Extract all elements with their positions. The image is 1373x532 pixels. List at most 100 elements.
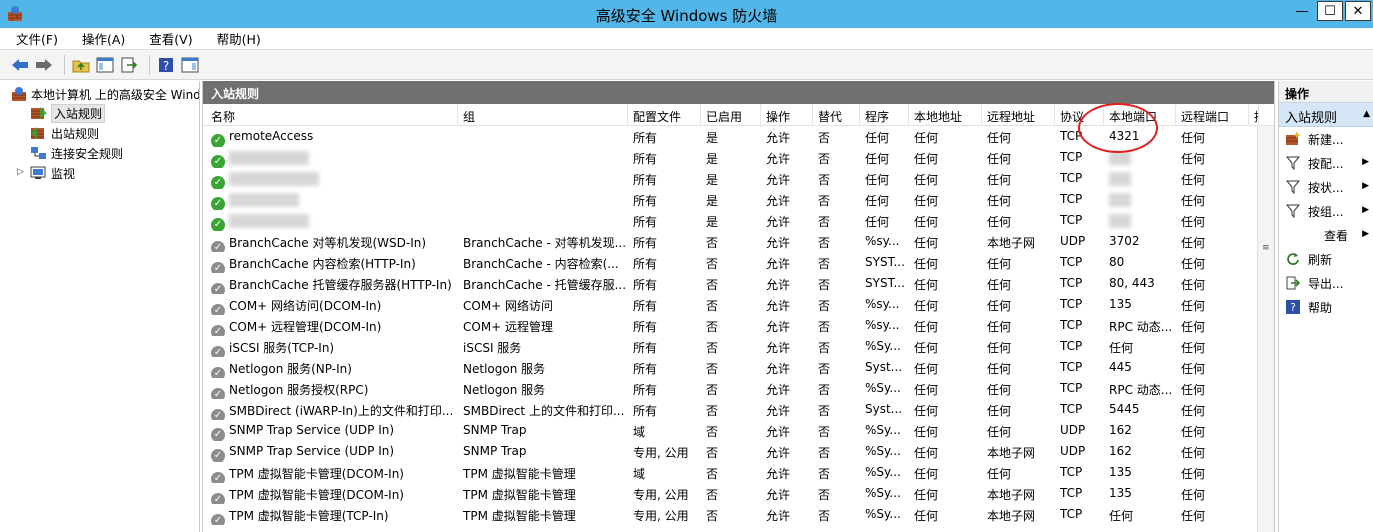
action-label: 导出...: [1308, 276, 1344, 291]
rule-row[interactable]: ✓ TPM 虚拟智能卡管理(DCOM-In) TPM 虚拟智能卡管理 域 否 允许 否 %Sy…: [203, 462, 1253, 483]
rule-name-cell: ✓ SNMP Trap Service (UDP In): [206, 420, 458, 441]
rule-enabled-cell: 否: [706, 236, 719, 250]
action-item[interactable]: 按组... ▶: [1279, 199, 1373, 223]
column-header-override[interactable]: 替代: [813, 104, 860, 126]
rule-enabled-cell: 是: [706, 194, 719, 208]
rule-row[interactable]: ✓ TPM 虚拟智能卡管理(TCP-In) TPM 虚拟智能卡管理 专用, 公用 否 允许…: [203, 504, 1253, 525]
rule-row[interactable]: ✓ SMBDirect (iWARP-In)上的文件和打印... SMBDirect…: [203, 399, 1253, 420]
action-item[interactable]: 查看 ▶: [1279, 223, 1373, 247]
rule-enabled-cell: 否: [706, 320, 719, 334]
rule-row[interactable]: ✓ SNMP Trap Service (UDP In) SNMP Trap 专用, …: [203, 441, 1253, 462]
rule-group-cell: TPM 虚拟智能卡管理: [463, 488, 576, 502]
column-header-profile[interactable]: 配置文件: [628, 104, 701, 126]
action-item[interactable]: 按状... ▶: [1279, 175, 1373, 199]
export-list-button[interactable]: [119, 55, 139, 75]
menu-bar: 文件(F) 操作(A) 查看(V) 帮助(H): [0, 28, 1373, 50]
back-button[interactable]: [10, 55, 30, 75]
show-hide-tree-button[interactable]: [95, 55, 115, 75]
rule-name-cell: ✓ SNMP Trap Service (UDP In): [206, 441, 458, 462]
rule-name-cell: ✓ COM+ 网络访问(DCOM-In): [206, 294, 458, 315]
expand-arrow-icon[interactable]: ▷: [17, 167, 24, 177]
rule-row[interactable]: ✓ 所有 是 允许 否 任何 任何 任何 TCP 任何: [203, 147, 1253, 168]
minimize-button[interactable]: —: [1289, 1, 1315, 21]
menu-view[interactable]: 查看(V): [133, 29, 200, 48]
rule-enabled-cell: 否: [706, 383, 719, 397]
rule-protocol-cell: TCP: [1060, 486, 1083, 500]
nav-item-outbound-rules[interactable]: 出站规则: [30, 123, 99, 143]
rule-remote-port-cell: 任何: [1181, 404, 1206, 418]
rule-row[interactable]: ✓ COM+ 远程管理(DCOM-In) COM+ 远程管理 所有 否 允许 否 %sy...…: [203, 315, 1253, 336]
menu-action[interactable]: 操作(A): [66, 29, 133, 48]
menu-file[interactable]: 文件(F): [0, 29, 66, 48]
action-item[interactable]: 新建...: [1279, 127, 1373, 151]
rule-remote-port-cell: 任何: [1181, 509, 1206, 523]
action-item[interactable]: 导出...: [1279, 271, 1373, 295]
show-hide-action-pane-button[interactable]: [180, 55, 200, 75]
nav-item-inbound-rules[interactable]: 入站规则: [30, 103, 106, 123]
rule-group-cell: SNMP Trap: [463, 423, 527, 437]
rule-profile-cell: 所有: [633, 383, 658, 397]
rule-local-addr-cell: 任何: [914, 236, 939, 250]
column-header-remote-port[interactable]: 远程端口: [1176, 104, 1249, 126]
rule-local-port-cell: RPC 动态...: [1109, 383, 1173, 397]
rule-row[interactable]: ✓ 所有 是 允许 否 任何 任何 任何 TCP 任何: [203, 210, 1253, 231]
rule-remote-port-cell: 任何: [1181, 488, 1206, 502]
rule-row[interactable]: ✓ TPM 虚拟智能卡管理(DCOM-In) TPM 虚拟智能卡管理 专用, 公用 否 允…: [203, 483, 1253, 504]
rule-remote-port-cell: 任何: [1181, 173, 1206, 187]
rule-name-cell: ✓ TPM 虚拟智能卡管理(TCP-In): [206, 504, 458, 525]
column-header-action[interactable]: 操作: [761, 104, 813, 126]
enabled-check-icon: ✓: [211, 218, 225, 231]
rule-row[interactable]: ✓ 所有 是 允许 否 任何 任何 任何 TCP 任何: [203, 168, 1253, 189]
actions-section-label: 入站规则: [1285, 111, 1338, 126]
rule-row[interactable]: ✓ BranchCache 对等机发现(WSD-In) BranchCache - …: [203, 231, 1253, 252]
rule-group-cell: iSCSI 服务: [463, 341, 522, 355]
rule-row[interactable]: ✓ BranchCache 内容检索(HTTP-In) BranchCache - …: [203, 252, 1253, 273]
rule-row[interactable]: ✓ Netlogon 服务授权(RPC) Netlogon 服务 所有 否 允许 否 %Sy.…: [203, 378, 1253, 399]
column-header-program[interactable]: 程序: [860, 104, 909, 126]
rule-row[interactable]: ✓ Netlogon 服务(NP-In) Netlogon 服务 所有 否 允许 否 Syst…: [203, 357, 1253, 378]
forward-button[interactable]: [34, 55, 54, 75]
help-button[interactable]: ?: [156, 55, 176, 75]
maximize-button[interactable]: ☐: [1317, 1, 1343, 21]
action-item[interactable]: ? 帮助: [1279, 295, 1373, 319]
column-header-name[interactable]: 名称: [206, 104, 458, 126]
rule-remote-addr-cell: 本地子网: [987, 488, 1036, 502]
rule-remote-addr-cell: 任何: [987, 341, 1012, 355]
rule-local-port-cell: RPC 动态...: [1109, 320, 1173, 334]
action-item[interactable]: 刷新: [1279, 247, 1373, 271]
redacted-port: [1109, 171, 1131, 186]
nav-item-monitoring[interactable]: 监视: [30, 163, 75, 183]
rule-group-cell: Netlogon 服务: [463, 383, 546, 397]
column-header-group[interactable]: 组: [458, 104, 628, 126]
rule-row[interactable]: ✓ BranchCache 托管缓存服务器(HTTP-In) BranchCache…: [203, 273, 1253, 294]
actions-section-inbound-rules[interactable]: 入站规则 ▲: [1279, 103, 1373, 127]
close-button[interactable]: ✕: [1345, 1, 1371, 21]
rule-remote-addr-cell: 任何: [987, 215, 1012, 229]
rule-name-cell: ✓ SMBDirect (iWARP-In)上的文件和打印...: [206, 399, 458, 420]
rule-name-cell: ✓ COM+ 远程管理(DCOM-In): [206, 315, 458, 336]
rule-row[interactable]: ✓ SNMP Trap Service (UDP In) SNMP Trap 域 否 允许…: [203, 420, 1253, 441]
vertical-scrollbar[interactable]: ≡: [1257, 126, 1274, 532]
rule-local-port-cell: 445: [1109, 360, 1132, 374]
rule-remote-addr-cell: 任何: [987, 194, 1012, 208]
nav-item-connection-security-rules[interactable]: 连接安全规则: [30, 143, 123, 163]
disabled-rule-icon: ✓: [211, 262, 225, 273]
rule-override-cell: 否: [818, 299, 831, 313]
rule-protocol-cell: TCP: [1060, 255, 1083, 269]
redacted-name: [229, 192, 299, 207]
rule-action-cell: 允许: [766, 194, 791, 208]
rule-enabled-cell: 否: [706, 509, 719, 523]
menu-help[interactable]: 帮助(H): [201, 29, 269, 48]
up-folder-button[interactable]: [71, 55, 91, 75]
column-header-remote-addr[interactable]: 远程地址: [982, 104, 1055, 126]
column-header-enabled[interactable]: 已启用: [701, 104, 761, 126]
column-header-local-addr[interactable]: 本地地址: [909, 104, 982, 126]
rule-row[interactable]: ✓ COM+ 网络访问(DCOM-In) COM+ 网络访问 所有 否 允许 否 %sy...…: [203, 294, 1253, 315]
column-header-extra[interactable]: 授: [1249, 104, 1259, 126]
nav-root[interactable]: 本地计算机 上的高级安全 Windows: [10, 84, 199, 104]
rule-row[interactable]: ✓ 所有 是 允许 否 任何 任何 任何 TCP 任何: [203, 189, 1253, 210]
disabled-rule-icon: ✓: [211, 493, 225, 504]
rule-remote-port-cell: 任何: [1181, 278, 1206, 292]
rule-row[interactable]: ✓ iSCSI 服务(TCP-In) iSCSI 服务 所有 否 允许 否 %Sy... 任何 任…: [203, 336, 1253, 357]
action-item[interactable]: 按配... ▶: [1279, 151, 1373, 175]
